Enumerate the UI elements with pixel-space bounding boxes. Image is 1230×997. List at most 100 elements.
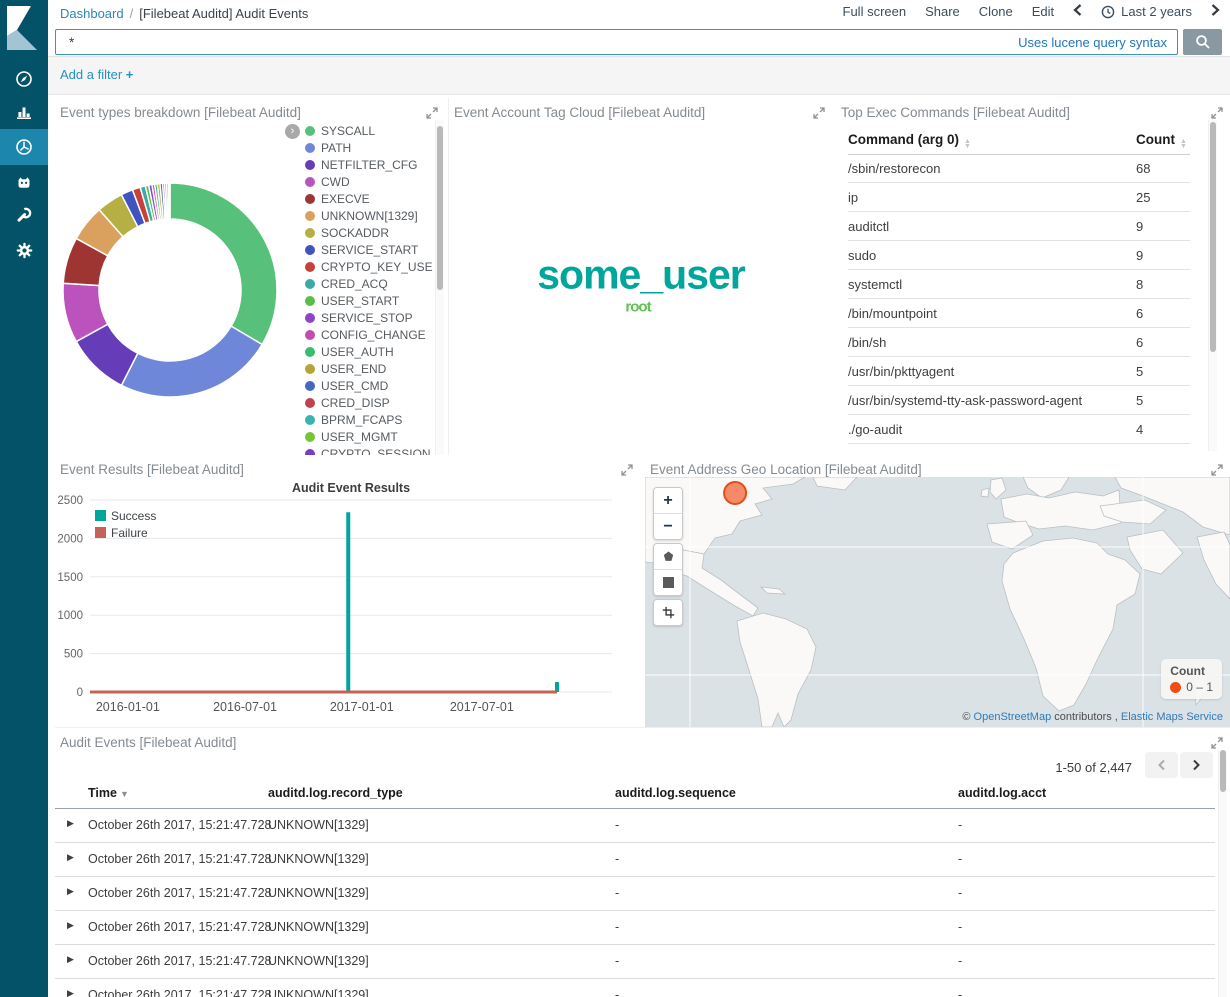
edit-button[interactable]: Edit <box>1032 4 1054 19</box>
search-button[interactable] <box>1183 29 1222 55</box>
column-header-acct[interactable]: auditd.log.acct <box>958 786 1046 800</box>
world-map[interactable]: + − Count 0 – 1 © OpenStr <box>645 477 1230 727</box>
sidebar-item-discover[interactable] <box>0 61 48 97</box>
legend-item[interactable]: NETFILTER_CFG <box>305 156 433 173</box>
sidebar-item-visualize[interactable] <box>0 94 48 130</box>
draw-rectangle-button[interactable] <box>654 569 682 595</box>
table-row[interactable]: systemctl8 <box>848 270 1190 299</box>
search-input[interactable] <box>56 35 1018 50</box>
legend-item[interactable]: PATH <box>305 139 433 156</box>
column-header-time[interactable]: Time▼ <box>88 786 129 800</box>
time-forward-button[interactable] <box>1211 4 1220 19</box>
legend-item[interactable]: CRED_ACQ <box>305 275 433 292</box>
legend-item[interactable]: CRYPTO_KEY_USER <box>305 258 433 275</box>
scrollbar[interactable] <box>435 120 444 455</box>
legend-item[interactable]: CRED_DISP <box>305 394 433 411</box>
table-row[interactable]: /bin/mountpoint6 <box>848 299 1190 328</box>
legend-item[interactable]: CWD <box>305 173 433 190</box>
expand-row-caret[interactable]: ▶ <box>67 818 74 829</box>
expand-panel-button[interactable] <box>621 464 633 476</box>
table-row[interactable]: ▶October 26th 2017, 15:21:47.728UNKNOWN[… <box>55 843 1215 877</box>
table-row[interactable]: /bin/sh6 <box>848 328 1190 357</box>
legend-item[interactable]: USER_CMD <box>305 377 433 394</box>
elastic-maps-link[interactable]: Elastic Maps Service <box>1121 711 1223 723</box>
column-header-command[interactable]: Command (arg 0)▲▼ <box>848 132 971 149</box>
table-row[interactable]: sudo9 <box>848 241 1190 270</box>
legend-item[interactable]: EXECVE <box>305 190 433 207</box>
scrollbar-thumb[interactable] <box>437 126 443 290</box>
column-header-record-type[interactable]: auditd.log.record_type <box>268 786 403 800</box>
expand-row-caret[interactable]: ▶ <box>67 988 74 997</box>
table-row[interactable]: /usr/bin/systemd-tty-ask-password-agent5 <box>848 386 1190 415</box>
scrollbar[interactable] <box>1218 750 1227 997</box>
geo-marker[interactable] <box>724 482 746 504</box>
full-screen-button[interactable]: Full screen <box>843 4 907 19</box>
expand-panel-button[interactable] <box>426 107 438 119</box>
fit-bounds-button[interactable] <box>654 600 682 625</box>
sidebar-item-management[interactable] <box>0 232 48 268</box>
scrollbar-thumb[interactable] <box>1210 122 1216 352</box>
events-table-header: Time▼ auditd.log.record_type auditd.log.… <box>55 784 1215 808</box>
table-row[interactable]: ▶October 26th 2017, 15:21:47.728UNKNOWN[… <box>55 877 1215 911</box>
legend-item[interactable]: SERVICE_STOP <box>305 309 433 326</box>
table-row[interactable]: auditctl9 <box>848 212 1190 241</box>
legend-item[interactable]: USER_MGMT <box>305 428 433 445</box>
previous-page-button[interactable] <box>1145 752 1178 778</box>
sidebar-item-dev-tools[interactable] <box>0 197 48 233</box>
scrollbar-thumb[interactable] <box>1220 750 1226 792</box>
legend-item[interactable]: Failure <box>95 524 156 541</box>
table-row[interactable]: /usr/bin/pkttyagent5 <box>848 357 1190 386</box>
legend-item[interactable]: CONFIG_CHANGE <box>305 326 433 343</box>
lucene-syntax-link[interactable]: Uses lucene query syntax <box>1018 35 1177 50</box>
pie-slice-CRYPTO_SESSION[interactable] <box>169 183 170 219</box>
legend-item[interactable]: USER_START <box>305 292 433 309</box>
legend-item[interactable]: Success <box>95 507 156 524</box>
sidebar-item-timelion[interactable] <box>0 165 48 201</box>
expand-panel-button[interactable] <box>1211 464 1223 476</box>
clone-button[interactable]: Clone <box>979 4 1013 19</box>
pie-slice-PATH[interactable] <box>121 326 262 397</box>
table-row[interactable]: /sbin/restorecon68 <box>848 154 1190 183</box>
scrollbar[interactable] <box>1208 120 1217 451</box>
expand-row-caret[interactable]: ▶ <box>67 886 74 897</box>
pie-slice-SYSCALL[interactable] <box>170 183 277 344</box>
breadcrumb-dashboard-link[interactable]: Dashboard <box>60 6 124 21</box>
kibana-logo[interactable] <box>7 6 41 50</box>
table-row[interactable]: ip25 <box>848 183 1190 212</box>
expand-panel-button[interactable] <box>1211 737 1223 749</box>
time-picker-button[interactable]: Last 2 years <box>1101 4 1192 19</box>
zoom-in-button[interactable]: + <box>654 488 682 513</box>
share-button[interactable]: Share <box>925 4 960 19</box>
time-back-button[interactable] <box>1073 4 1082 19</box>
expand-row-caret[interactable]: ▶ <box>67 920 74 931</box>
legend-item[interactable]: SOCKADDR <box>305 224 433 241</box>
expand-panel-button[interactable] <box>813 107 825 119</box>
legend-item[interactable]: CRYPTO_SESSION <box>305 445 433 455</box>
table-row[interactable]: ▶October 26th 2017, 15:21:47.728UNKNOWN[… <box>55 809 1215 843</box>
table-row[interactable]: ▶October 26th 2017, 15:21:47.728UNKNOWN[… <box>55 911 1215 945</box>
legend-item[interactable]: SYSCALL <box>305 122 433 139</box>
tag-cloud-tag[interactable]: some_user <box>537 252 745 299</box>
legend-item[interactable]: BPRM_FCAPS <box>305 411 433 428</box>
next-page-button[interactable] <box>1180 752 1213 778</box>
table-row[interactable]: ▶October 26th 2017, 15:21:47.728UNKNOWN[… <box>55 945 1215 979</box>
legend-color-dot <box>305 194 315 204</box>
legend-item[interactable]: SERVICE_START <box>305 241 433 258</box>
column-header-sequence[interactable]: auditd.log.sequence <box>615 786 736 800</box>
table-row[interactable]: ./go-audit4 <box>848 415 1190 444</box>
legend-toggle-button[interactable]: › <box>285 124 300 139</box>
sidebar-item-dashboard[interactable] <box>0 129 48 165</box>
expand-row-caret[interactable]: ▶ <box>67 852 74 863</box>
zoom-out-button[interactable]: − <box>654 513 682 539</box>
expand-row-caret[interactable]: ▶ <box>67 954 74 965</box>
table-row[interactable]: ▶October 26th 2017, 15:21:47.728UNKNOWN[… <box>55 979 1215 997</box>
legend-item[interactable]: USER_AUTH <box>305 343 433 360</box>
expand-panel-button[interactable] <box>1211 107 1223 119</box>
add-filter-button[interactable]: Add a filter + <box>60 67 133 82</box>
column-header-count[interactable]: Count▲▼ <box>1136 132 1187 149</box>
legend-item[interactable]: UNKNOWN[1329] <box>305 207 433 224</box>
legend-item[interactable]: USER_END <box>305 360 433 377</box>
tag-cloud-tag[interactable]: root <box>625 299 650 316</box>
draw-polygon-button[interactable] <box>654 544 682 569</box>
openstreetmap-link[interactable]: OpenStreetMap <box>974 711 1052 723</box>
